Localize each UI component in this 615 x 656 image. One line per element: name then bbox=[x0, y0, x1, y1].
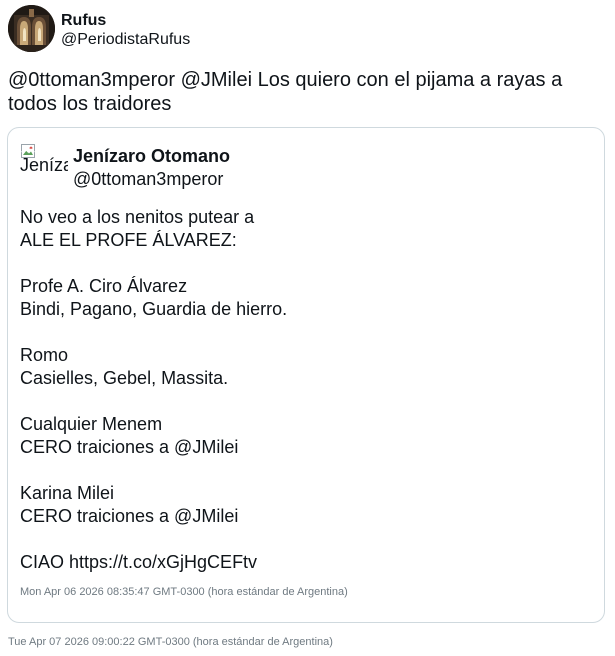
quoted-tweet-line bbox=[20, 321, 595, 344]
quoted-tweet-text: No veo a los nenitos putear a ALE EL PROF… bbox=[20, 206, 595, 574]
quoted-tweet-line: No veo a los nenitos putear a bbox=[20, 207, 255, 227]
tweet-timestamp: Tue Apr 07 2026 09:00:22 GMT-0300 (hora … bbox=[8, 636, 333, 648]
quoted-tweet-line bbox=[20, 528, 595, 551]
quoted-tweet-line: CERO traiciones a @JMilei bbox=[20, 437, 239, 457]
profile-photo-icon bbox=[8, 5, 55, 52]
quoted-tweet-line bbox=[20, 252, 595, 275]
quoted-tweet-line bbox=[20, 459, 595, 482]
author-handle[interactable]: @PeriodistaRufus bbox=[61, 30, 190, 50]
quoted-tweet-line: CERO traiciones a @JMilei bbox=[20, 506, 239, 526]
quoted-author-handle[interactable]: @0ttoman3mperor bbox=[73, 168, 223, 190]
quoted-tweet-line: Profe A. Ciro Álvarez bbox=[20, 276, 188, 296]
quoted-author-name[interactable]: Jenízaro Otomano bbox=[73, 145, 230, 167]
tweet: Rufus @PeriodistaRufus @0ttoman3mperor @… bbox=[0, 0, 615, 656]
quoted-avatar-alt-text: Jenízaro Otomano bbox=[20, 155, 68, 175]
author-avatar[interactable] bbox=[8, 5, 55, 52]
quoted-tweet-line: Cualquier Menem bbox=[20, 414, 163, 434]
quoted-author-avatar[interactable]: Jenízaro Otomano bbox=[20, 143, 68, 189]
quoted-tweet-line: CIAO https://t.co/xGjHgCEFtv bbox=[20, 552, 258, 572]
quoted-tweet-line: Casielles, Gebel, Massita. bbox=[20, 368, 229, 388]
author-name[interactable]: Rufus bbox=[61, 11, 106, 31]
quoted-tweet-line: Bindi, Pagano, Guardia de hierro. bbox=[20, 299, 288, 319]
tweet-text: @0ttoman3mperor @JMilei Los quiero con e… bbox=[8, 69, 568, 115]
quoted-tweet-line: ALE EL PROFE ÁLVAREZ: bbox=[20, 230, 237, 250]
quoted-tweet-line: Romo bbox=[20, 345, 69, 365]
quoted-tweet-timestamp: Mon Apr 06 2026 08:35:47 GMT-0300 (hora … bbox=[20, 586, 348, 598]
quoted-tweet-card[interactable]: Jenízaro Otomano Jenízaro Otomano @0ttom… bbox=[7, 127, 605, 623]
quoted-tweet-line bbox=[20, 390, 595, 413]
quoted-tweet-line: Karina Milei bbox=[20, 483, 115, 503]
